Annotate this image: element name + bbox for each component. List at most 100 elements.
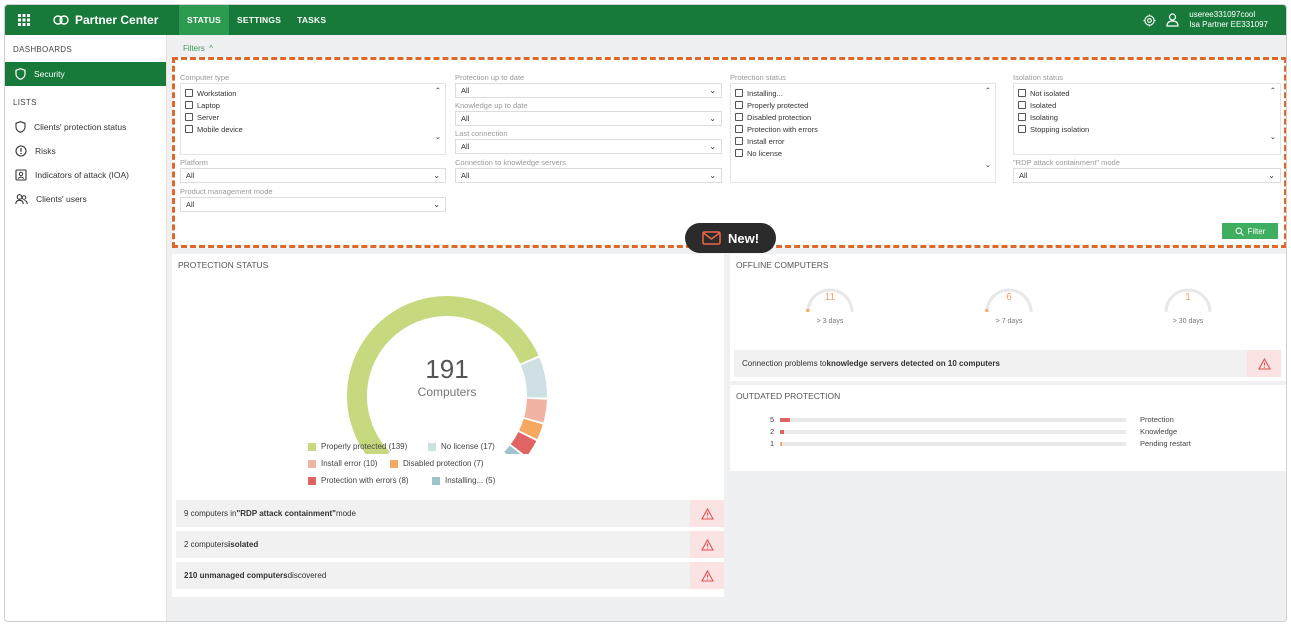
slice-installing[interactable] <box>504 445 521 454</box>
filter-button-label: Filter <box>1247 226 1266 236</box>
checkbox-stopping-isolation[interactable]: Stopping isolation <box>1018 123 1276 135</box>
total-computers-label: Computers <box>417 385 477 399</box>
last-connection-label: Last connection <box>455 129 508 138</box>
outdated-row-protection[interactable]: 5 Protection <box>730 415 1286 425</box>
sidebar-item-clients-users[interactable]: Clients' users <box>5 187 166 211</box>
shield-icon <box>15 121 26 133</box>
sidebar-item-label: Clients' protection status <box>34 122 127 132</box>
isolation-status-list[interactable]: Not isolated Isolated Isolating Stopping… <box>1013 83 1281 155</box>
warning-icon[interactable] <box>690 500 724 527</box>
settings-gear-icon[interactable] <box>1143 13 1156 27</box>
legend-protection-errors[interactable]: Protection with errors (8) <box>308 476 409 485</box>
alert-knowledge-servers[interactable]: Connection problems to knowledge servers… <box>734 350 1281 377</box>
partner-logo-icon <box>53 15 69 25</box>
last-connection-select[interactable]: All ⌄ <box>455 139 722 154</box>
sidebar-item-label: Risks <box>35 146 56 156</box>
protection-status-panel: PROTECTION STATUS 191 Computers Properly… <box>172 254 724 597</box>
checkbox-workstation[interactable]: Workstation <box>185 87 441 99</box>
product-mgmt-select[interactable]: All ⌄ <box>180 197 446 212</box>
alert-isolated[interactable]: 2 computers isolated <box>176 531 724 558</box>
checkbox-laptop[interactable]: Laptop <box>185 99 441 111</box>
chevron-down-icon: ⌄ <box>709 86 716 95</box>
apps-grid-icon[interactable] <box>9 5 39 35</box>
protection-status-title: PROTECTION STATUS <box>178 260 269 270</box>
filter-button[interactable]: Filter <box>1222 223 1278 239</box>
checkbox-installing[interactable]: Installing... <box>735 87 991 99</box>
outdated-protection-panel: OUTDATED PROTECTION 5 Protection 2 Knowl… <box>730 385 1286 471</box>
legend-properly-protected[interactable]: Properly protected (139) <box>308 442 407 451</box>
alert-unmanaged[interactable]: 210 unmanaged computers discovered <box>176 562 724 589</box>
sidebar-item-security[interactable]: Security <box>5 62 166 86</box>
sidebar-item-ioa[interactable]: Indicators of attack (IOA) <box>5 163 166 187</box>
offline-computers-title: OFFLINE COMPUTERS <box>736 260 829 270</box>
outdated-row-pending-restart[interactable]: 1 Pending restart <box>730 439 1286 449</box>
total-computers: 191 <box>425 354 469 384</box>
legend-installing[interactable]: Installing... (5) <box>432 476 495 485</box>
dashboards-heading: DASHBOARDS <box>13 45 73 54</box>
warning-icon[interactable] <box>690 531 724 558</box>
filters-toggle[interactable]: Filters ^ <box>183 44 213 53</box>
checkbox-properly-protected[interactable]: Properly protected <box>735 99 991 111</box>
user-icon[interactable] <box>1166 13 1179 27</box>
computer-type-list[interactable]: Workstation Laptop Server Mobile device … <box>180 83 446 155</box>
mail-icon <box>702 231 721 245</box>
sidebar-item-risks[interactable]: Risks <box>5 139 166 163</box>
connection-knowledge-select[interactable]: All ⌄ <box>455 168 722 183</box>
checkbox-isolated[interactable]: Isolated <box>1018 99 1276 111</box>
alert-rdp-mode[interactable]: 9 computers in "RDP attack containment" … <box>176 500 724 527</box>
chevron-down-icon: ⌄ <box>709 142 716 151</box>
protection-status-list[interactable]: Installing... Properly protected Disable… <box>730 83 996 183</box>
filters-toggle-label: Filters <box>183 44 205 53</box>
rdp-mode-label: "RDP attack containment" mode <box>1013 158 1120 167</box>
checkbox-disabled-protection[interactable]: Disabled protection <box>735 111 991 123</box>
platform-select[interactable]: All ⌄ <box>180 168 446 183</box>
rdp-mode-select[interactable]: All ⌄ <box>1013 168 1281 183</box>
checkbox-server[interactable]: Server <box>185 111 441 123</box>
warning-icon[interactable] <box>1247 350 1281 377</box>
checkbox-protection-errors[interactable]: Protection with errors <box>735 123 991 135</box>
checkbox-install-error[interactable]: Install error <box>735 135 991 147</box>
gauge-7-days[interactable]: 6 > 7 days <box>979 278 1039 330</box>
new-badge-label: New! <box>727 230 760 246</box>
scroll-up-icon[interactable]: ⌃ <box>435 86 441 95</box>
warning-circle-icon <box>15 145 27 157</box>
checkbox-no-license[interactable]: No license <box>735 147 991 159</box>
brand[interactable]: Partner Center <box>53 13 163 27</box>
tab-status[interactable]: STATUS <box>179 5 229 35</box>
top-bar: Partner Center STATUS SETTINGS TASKS use… <box>5 5 1286 35</box>
protection-up-to-date-select[interactable]: All ⌄ <box>455 83 722 98</box>
slice-disabled-protection[interactable] <box>519 418 543 440</box>
scroll-up-icon[interactable]: ⌃ <box>985 86 991 95</box>
chevron-down-icon: ⌄ <box>433 171 440 180</box>
product-mgmt-label: Product management mode <box>180 187 273 196</box>
scroll-down-icon[interactable]: ⌄ <box>435 132 441 141</box>
tab-tasks[interactable]: TASKS <box>289 5 334 35</box>
slice-protection-errors[interactable] <box>510 431 537 454</box>
checkbox-isolating[interactable]: Isolating <box>1018 111 1276 123</box>
scroll-up-icon[interactable]: ⌃ <box>1270 86 1276 95</box>
outdated-row-knowledge[interactable]: 2 Knowledge <box>730 427 1286 437</box>
knowledge-up-to-date-select[interactable]: All ⌄ <box>455 111 722 126</box>
new-feature-badge[interactable]: New! <box>685 223 776 253</box>
protection-up-to-date-label: Protection up to date <box>455 73 525 82</box>
user-info[interactable]: useree331097cool Isa Partner EE331097 <box>1189 10 1268 30</box>
sidebar-item-label: Clients' users <box>36 194 87 204</box>
users-icon <box>15 194 28 205</box>
gauge-30-days[interactable]: 1 > 30 days <box>1158 278 1218 330</box>
checkbox-not-isolated[interactable]: Not isolated <box>1018 87 1276 99</box>
scroll-down-icon[interactable]: ⌄ <box>985 160 991 169</box>
lists-heading: LISTS <box>13 98 37 107</box>
tab-settings[interactable]: SETTINGS <box>229 5 289 35</box>
slice-no-license[interactable] <box>520 357 547 398</box>
slice-install-error[interactable] <box>524 398 547 423</box>
legend-install-error[interactable]: Install error (10) <box>308 459 377 468</box>
sidebar-item-clients-protection[interactable]: Clients' protection status <box>5 115 166 139</box>
scroll-down-icon[interactable]: ⌄ <box>1270 132 1276 141</box>
warning-icon[interactable] <box>690 562 724 589</box>
legend-no-license[interactable]: No license (17) <box>428 442 495 451</box>
id-card-icon <box>15 169 27 181</box>
main-content: Filters ^ Computer type Workstation Lapt… <box>168 35 1286 621</box>
gauge-3-days[interactable]: 11 > 3 days <box>800 278 860 330</box>
legend-disabled-protection[interactable]: Disabled protection (7) <box>390 459 483 468</box>
checkbox-mobile-device[interactable]: Mobile device <box>185 123 441 135</box>
